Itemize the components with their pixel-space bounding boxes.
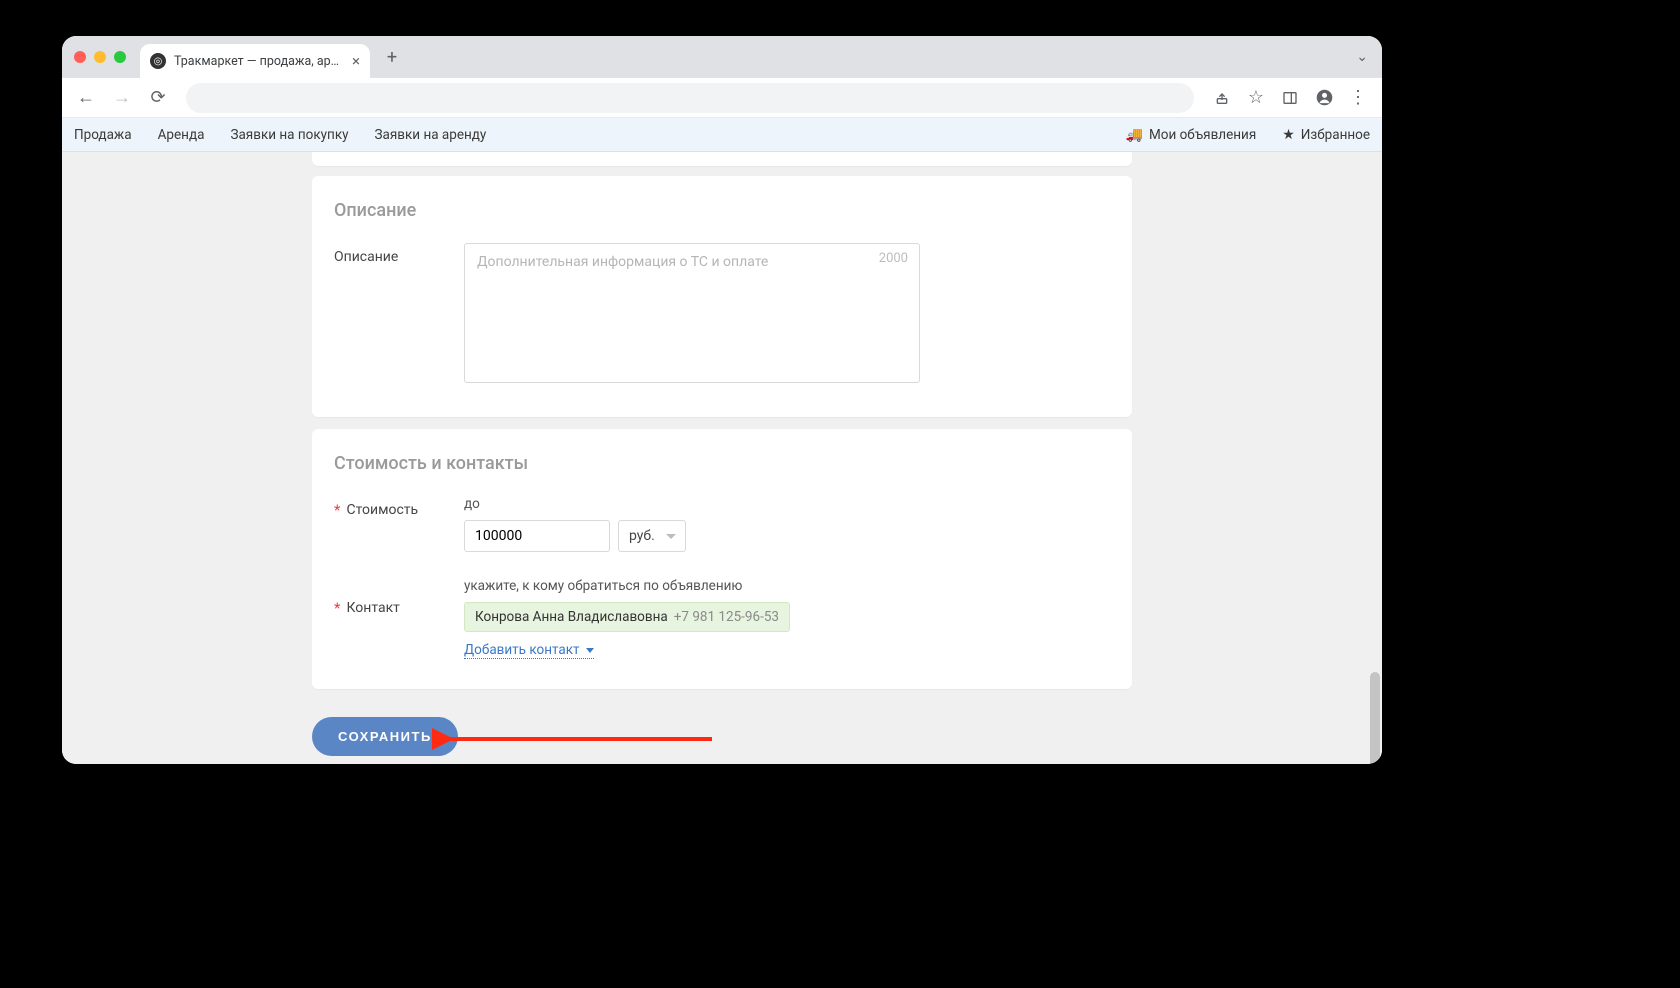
- browser-toolbar: ← → ⟳ ☆ ⋮: [62, 78, 1382, 118]
- menu-icon[interactable]: ⋮: [1342, 82, 1374, 114]
- nav-favorites[interactable]: ★Избранное: [1282, 127, 1370, 143]
- tab-strip: ◎ Тракмаркет — продажа, арен × + ⌄: [62, 36, 1382, 78]
- save-button[interactable]: СОХРАНИТЬ: [312, 717, 458, 756]
- favicon-icon: ◎: [150, 53, 166, 69]
- bookmark-icon[interactable]: ☆: [1240, 82, 1272, 114]
- forward-button[interactable]: →: [106, 82, 138, 114]
- label-contact: * Контакт: [334, 578, 464, 616]
- address-bar[interactable]: [186, 83, 1194, 113]
- star-icon: ★: [1282, 127, 1295, 143]
- contact-name: Конрова Анна Владиславовна: [475, 609, 668, 625]
- contact-hint: укажите, к кому обратиться по объявлению: [464, 578, 1110, 594]
- required-marker: *: [334, 503, 340, 518]
- minimize-window-icon[interactable]: [94, 51, 106, 63]
- tab-title: Тракмаркет — продажа, арен: [174, 54, 344, 69]
- share-icon[interactable]: [1206, 82, 1238, 114]
- tabs-overflow-icon[interactable]: ⌄: [1356, 49, 1368, 65]
- currency-select[interactable]: руб.: [618, 520, 686, 552]
- section-title-description: Описание: [334, 200, 1110, 221]
- add-contact-link[interactable]: Добавить контакт: [464, 642, 594, 659]
- required-marker: *: [334, 601, 340, 616]
- maximize-window-icon[interactable]: [114, 51, 126, 63]
- section-price-contacts: Стоимость и контакты * Стоимость до руб.: [312, 429, 1132, 689]
- nav-my-ads[interactable]: 🚚Мои объявления: [1126, 127, 1257, 143]
- label-description: Описание: [334, 243, 464, 265]
- close-window-icon[interactable]: [74, 51, 86, 63]
- nav-rent-requests[interactable]: Заявки на аренду: [375, 127, 487, 143]
- browser-window: ◎ Тракмаркет — продажа, арен × + ⌄ ← → ⟳…: [62, 36, 1382, 764]
- profile-icon[interactable]: [1308, 82, 1340, 114]
- panel-icon[interactable]: [1274, 82, 1306, 114]
- scrollbar[interactable]: [1369, 272, 1381, 752]
- contact-phone: +7 981 125-96-53: [674, 609, 779, 625]
- section-title-price: Стоимость и контакты: [334, 453, 1110, 474]
- contact-chip[interactable]: Конрова Анна Владиславовна +7 981 125-96…: [464, 602, 790, 632]
- truck-icon: 🚚: [1126, 127, 1143, 143]
- new-tab-button[interactable]: +: [378, 43, 406, 71]
- back-button[interactable]: ←: [70, 82, 102, 114]
- app-nav: Продажа Аренда Заявки на покупку Заявки …: [62, 118, 1382, 152]
- page-content: Описание Описание 2000 Стоимость и конта…: [62, 152, 1382, 764]
- close-tab-icon[interactable]: ×: [352, 52, 360, 70]
- reload-button[interactable]: ⟳: [142, 82, 174, 114]
- price-input[interactable]: [464, 520, 610, 552]
- section-description: Описание Описание 2000: [312, 176, 1132, 417]
- browser-tab[interactable]: ◎ Тракмаркет — продажа, арен ×: [140, 44, 370, 78]
- nav-sale[interactable]: Продажа: [74, 127, 132, 143]
- label-price: * Стоимость: [334, 496, 464, 518]
- nav-rent[interactable]: Аренда: [158, 127, 205, 143]
- scrollbar-thumb[interactable]: [1370, 672, 1380, 764]
- traffic-lights: [74, 51, 140, 63]
- price-prefix: до: [464, 496, 1110, 512]
- prev-card-edge: [312, 152, 1132, 166]
- description-textarea[interactable]: [464, 243, 920, 383]
- annotation-arrow: [432, 727, 712, 751]
- nav-buy-requests[interactable]: Заявки на покупку: [230, 127, 348, 143]
